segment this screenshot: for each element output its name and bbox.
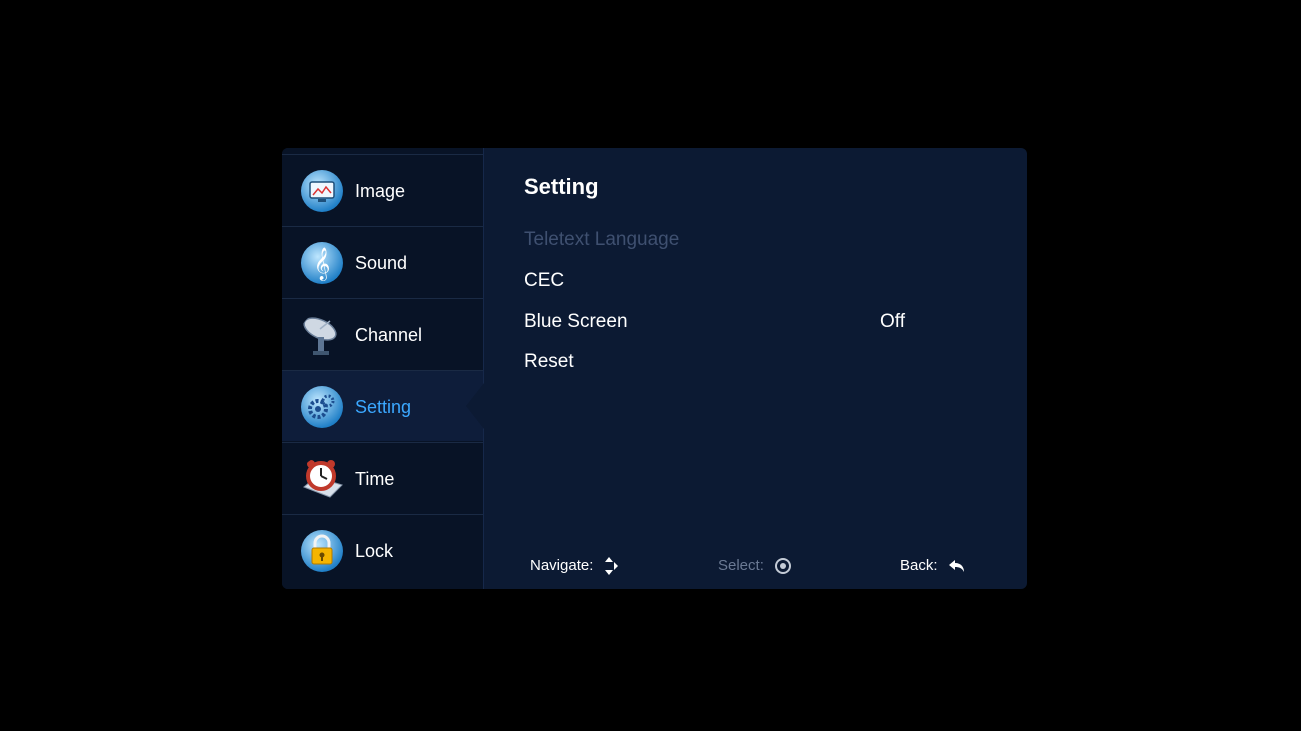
category-sidebar: Image 𝄞 Sound Channel Setting Time Lock <box>282 148 484 589</box>
sidebar-item-time[interactable]: Time <box>282 442 483 513</box>
image-icon <box>301 170 343 212</box>
back-arrow-icon <box>948 560 964 573</box>
navigate-hint-label: Navigate: <box>530 557 594 574</box>
option-reset[interactable]: Reset <box>524 351 574 373</box>
option-blue-screen[interactable]: Blue Screen <box>524 311 628 333</box>
sidebar-item-setting[interactable]: Setting <box>282 370 484 441</box>
padlock-icon <box>301 530 343 572</box>
settings-menu-panel: Image 𝄞 Sound Channel Setting Time Lock … <box>282 148 1027 589</box>
select-hint-label: Select: <box>718 557 764 574</box>
music-note-icon: 𝄞 <box>301 242 343 284</box>
page-title: Setting <box>524 174 599 199</box>
sidebar-item-label: Time <box>355 469 395 489</box>
back-hint-label: Back: <box>900 557 938 574</box>
blue-screen-value: Off <box>880 311 905 332</box>
navigate-hint: Navigate: <box>530 557 618 576</box>
alarm-clock-icon <box>303 460 343 498</box>
select-ok-icon <box>775 558 792 575</box>
sidebar-item-label: Lock <box>355 541 394 561</box>
svg-text:𝄞: 𝄞 <box>314 247 331 281</box>
sidebar-item-label: Channel <box>355 325 423 345</box>
settings-content: Setting Teletext Language CEC Blue Scree… <box>484 148 1027 589</box>
option-teletext-language: Teletext Language <box>524 229 680 250</box>
satellite-dish-icon <box>303 317 337 355</box>
sidebar-item-label: Image <box>355 181 406 201</box>
sidebar-item-label: Setting <box>355 397 412 417</box>
back-hint: Back: <box>900 557 966 574</box>
option-cec[interactable]: CEC <box>524 270 564 292</box>
sidebar-item-lock[interactable]: Lock <box>282 514 483 585</box>
sidebar-item-image[interactable]: Image <box>282 154 483 225</box>
select-hint: Select: <box>718 557 792 575</box>
sidebar-item-label: Sound <box>355 253 408 273</box>
gears-icon <box>301 386 343 428</box>
navigate-arrows-icon <box>604 557 618 576</box>
selection-pointer <box>466 383 484 429</box>
sidebar-item-channel[interactable]: Channel <box>282 298 483 369</box>
sidebar-item-sound[interactable]: 𝄞 Sound <box>282 226 483 297</box>
